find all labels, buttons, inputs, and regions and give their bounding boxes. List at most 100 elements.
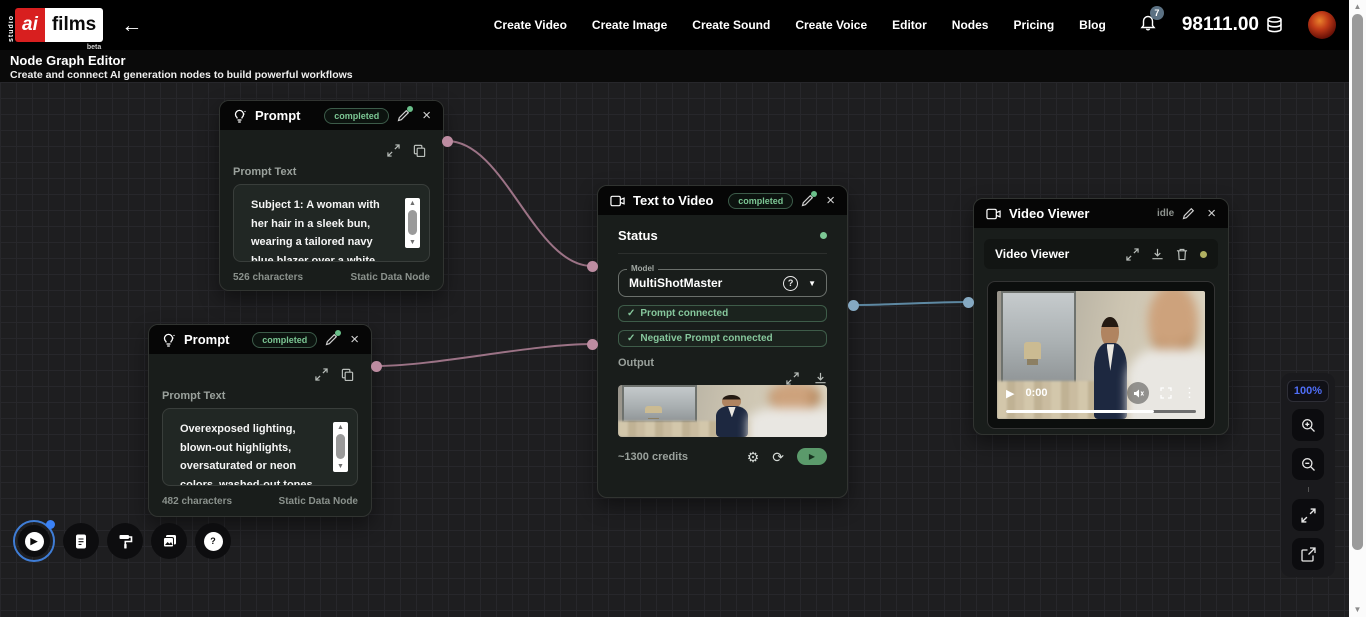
divider — [618, 253, 827, 254]
port-t2v-negative-input[interactable] — [587, 339, 598, 350]
prompt-text-value: Subject 1: A woman with her hair in a sl… — [234, 185, 429, 262]
port-t2v-prompt-input[interactable] — [587, 261, 598, 272]
video-play-button[interactable]: ▶ — [1006, 387, 1014, 400]
close-icon[interactable]: × — [1207, 206, 1216, 221]
nav-create-image[interactable]: Create Image — [592, 18, 667, 32]
scroll-down-icon[interactable]: ▼ — [409, 238, 416, 247]
model-select[interactable]: MultiShotMaster ? ▼ — [618, 269, 827, 297]
edit-button[interactable] — [397, 109, 410, 122]
textarea-scrollbar[interactable]: ▲ ▼ — [333, 422, 348, 472]
edge-t2v-to-viewer[interactable] — [853, 302, 968, 305]
video-progress-bar[interactable] — [1006, 410, 1196, 413]
nav-pricing[interactable]: Pricing — [1013, 18, 1054, 32]
edge-prompt1-to-t2v[interactable] — [447, 141, 592, 266]
gear-icon[interactable]: ⚙ — [747, 450, 760, 464]
nav-create-sound[interactable]: Create Sound — [692, 18, 770, 32]
video-menu-icon[interactable]: ⋮ — [1183, 385, 1196, 401]
logo-films-text: films — [45, 8, 103, 42]
run-workflow-button[interactable]: ▶ — [13, 520, 55, 562]
edit-button[interactable] — [801, 194, 814, 207]
expand-icon[interactable] — [387, 144, 400, 157]
copy-icon[interactable] — [341, 368, 354, 381]
download-icon[interactable] — [814, 372, 827, 385]
model-field-label: Model — [627, 264, 658, 273]
t2v-node-header[interactable]: Text to Video completed × — [598, 186, 847, 215]
window-scrollbar[interactable]: ▲ ▼ — [1349, 0, 1366, 617]
open-external-button[interactable] — [1292, 538, 1324, 570]
mute-button[interactable] — [1127, 382, 1149, 404]
trash-icon[interactable] — [1176, 248, 1188, 261]
scroll-up-icon[interactable]: ▲ — [409, 199, 416, 208]
copy-icon[interactable] — [413, 144, 426, 157]
nav-create-voice[interactable]: Create Voice — [795, 18, 867, 32]
expand-output-icon[interactable] — [786, 372, 799, 385]
status-label: idle — [1157, 208, 1174, 219]
zoom-in-button[interactable] — [1292, 409, 1324, 441]
credits-balance[interactable]: 98111.00 — [1182, 14, 1283, 36]
text-to-video-node[interactable]: Text to Video completed × Status Model — [597, 185, 848, 498]
close-icon[interactable]: × — [350, 332, 359, 347]
viewer-node-header[interactable]: Video Viewer idle × — [974, 199, 1228, 228]
port-t2v-output[interactable] — [848, 300, 859, 311]
scroll-down-icon[interactable]: ▼ — [337, 462, 344, 471]
scroll-up-icon[interactable]: ▲ — [1354, 0, 1362, 14]
nav-nodes[interactable]: Nodes — [952, 18, 989, 32]
prompt-textarea[interactable]: Overexposed lighting, blown-out highligh… — [162, 408, 358, 486]
video-viewer-node[interactable]: Video Viewer idle × Video Viewer — [973, 198, 1229, 435]
output-thumbnail[interactable] — [618, 385, 827, 437]
zoom-level-badge[interactable]: 100% — [1287, 380, 1329, 402]
nav-editor[interactable]: Editor — [892, 18, 927, 32]
edit-active-dot — [407, 106, 413, 112]
close-icon[interactable]: × — [422, 108, 431, 123]
top-navbar: studio ai films beta ← Create Video Crea… — [0, 0, 1366, 50]
prompt-connected-status: ✓ Prompt connected — [618, 305, 827, 322]
port-prompt2-output[interactable] — [371, 361, 382, 372]
back-arrow-icon[interactable]: ← — [121, 15, 142, 36]
port-prompt1-output[interactable] — [442, 136, 453, 147]
video-player[interactable]: ▶ 0:00 ⋮ — [987, 281, 1215, 429]
prompt-node-1[interactable]: Prompt completed × — [219, 100, 444, 291]
model-help-icon[interactable]: ? — [783, 276, 798, 291]
gallery-icon — [161, 533, 178, 550]
nav-create-video[interactable]: Create Video — [494, 18, 567, 32]
document-button[interactable] — [63, 523, 99, 559]
paint-button[interactable] — [107, 523, 143, 559]
prompt-node-2[interactable]: Prompt completed × — [148, 324, 372, 517]
avatar[interactable] — [1308, 11, 1336, 39]
prompt-node-1-header[interactable]: Prompt completed × — [220, 101, 443, 130]
textarea-scrollbar[interactable]: ▲ ▼ — [405, 198, 420, 248]
nav-blog[interactable]: Blog — [1079, 18, 1106, 32]
node-canvas[interactable]: Prompt completed × — [0, 82, 1366, 617]
scroll-thumb[interactable] — [336, 434, 345, 459]
char-count: 526 characters — [233, 272, 303, 283]
expand-icon[interactable] — [1126, 248, 1139, 261]
run-button[interactable]: ▶ — [797, 448, 827, 465]
help-button[interactable]: ? — [195, 523, 231, 559]
fit-view-button[interactable] — [1292, 499, 1324, 531]
zoom-out-button[interactable] — [1292, 448, 1324, 480]
edit-button[interactable] — [325, 333, 338, 346]
scrollbar-thumb[interactable] — [1352, 14, 1363, 550]
brand-logo[interactable]: studio ai films beta — [8, 8, 103, 42]
scroll-up-icon[interactable]: ▲ — [337, 423, 344, 432]
close-icon[interactable]: × — [826, 193, 835, 208]
port-viewer-input[interactable] — [963, 297, 974, 308]
edit-button[interactable] — [1182, 207, 1195, 220]
video-surface[interactable]: ▶ 0:00 ⋮ — [997, 291, 1205, 419]
canvas-controls-panel: 100% — [1281, 373, 1335, 577]
expand-icon[interactable] — [315, 368, 328, 381]
download-icon[interactable] — [1151, 248, 1164, 261]
fullscreen-icon[interactable] — [1160, 387, 1172, 399]
scroll-thumb[interactable] — [408, 210, 417, 235]
check-label: Negative Prompt connected — [640, 333, 772, 344]
gallery-button[interactable] — [151, 523, 187, 559]
model-selected-value: MultiShotMaster — [629, 276, 722, 290]
prompt-textarea[interactable]: Subject 1: A woman with her hair in a sl… — [233, 184, 430, 262]
edge-prompt2-to-t2v[interactable] — [376, 344, 592, 366]
notifications-button[interactable]: 7 — [1139, 13, 1157, 37]
refresh-icon[interactable]: ⟳ — [772, 450, 784, 464]
viewer-toolbar: Video Viewer — [984, 239, 1218, 269]
prompt-node-2-header[interactable]: Prompt completed × — [149, 325, 371, 354]
scroll-down-icon[interactable]: ▼ — [1354, 603, 1362, 617]
scene-man — [752, 385, 827, 437]
